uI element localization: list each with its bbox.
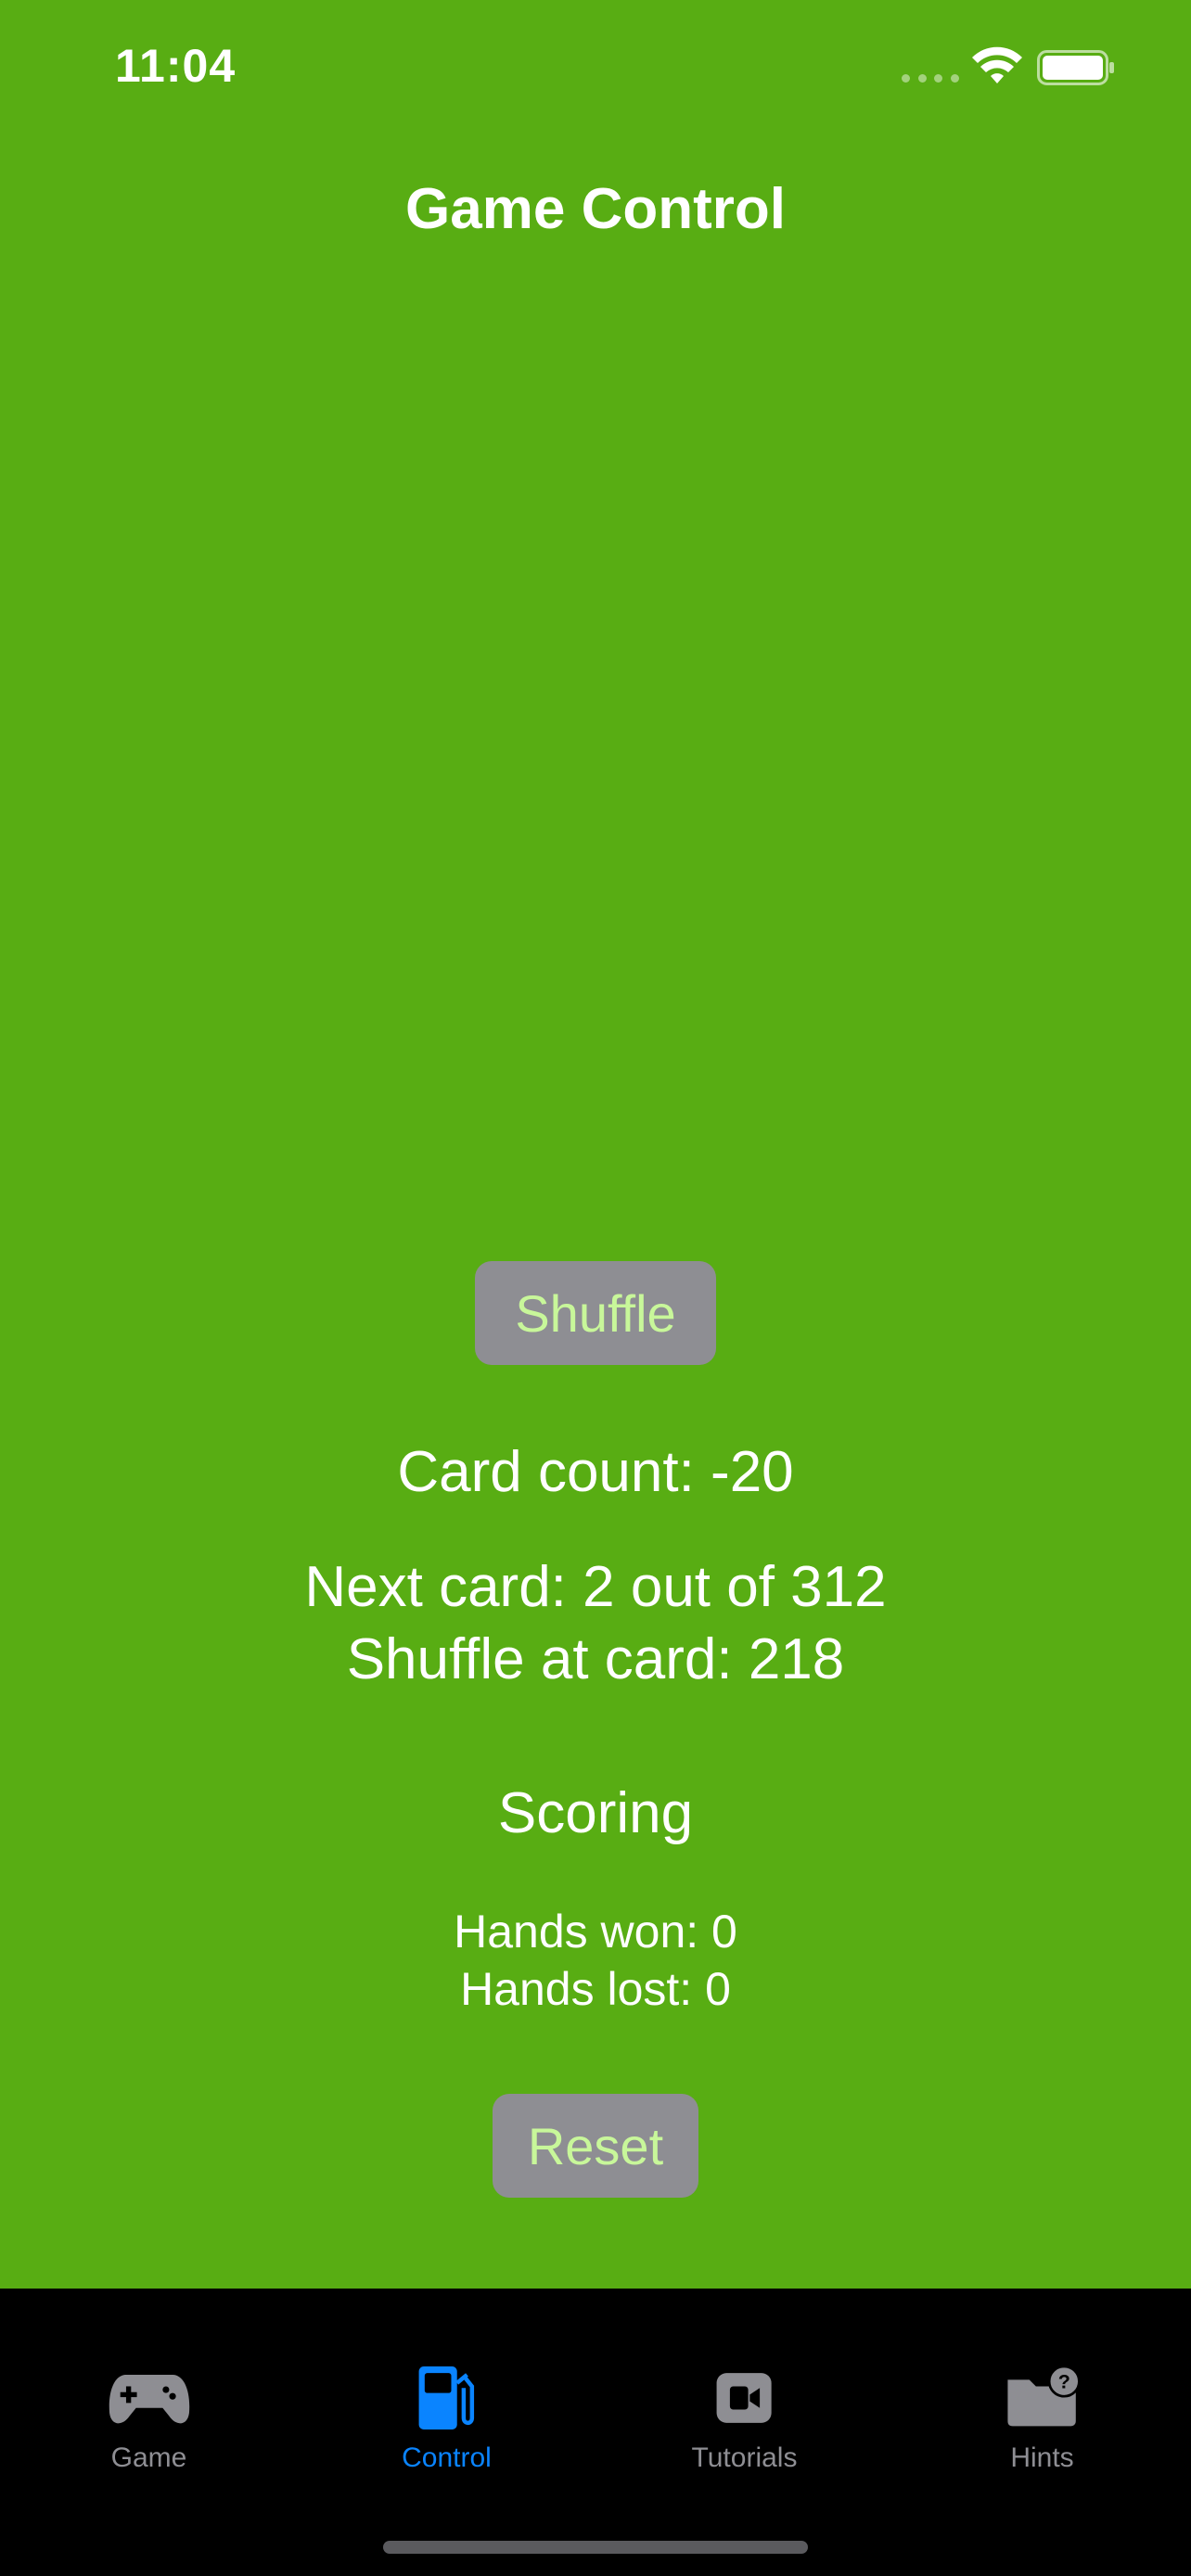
status-time: 11:04 (115, 40, 237, 92)
tab-control-label: Control (402, 2442, 492, 2473)
tab-bar: Game Control Tutorials ? Hints (0, 2289, 1191, 2576)
folder-question-icon: ? (1006, 2366, 1081, 2427)
wifi-icon (972, 46, 1022, 83)
scoring-heading: Scoring (497, 1781, 694, 1845)
shuffle-at-label: Shuffle at card: 218 (346, 1627, 845, 1691)
fuel-pump-icon (418, 2366, 474, 2429)
tab-tutorials-label: Tutorials (691, 2442, 798, 2473)
cellular-signal-icon (902, 74, 959, 83)
gamecontroller-icon (109, 2374, 189, 2424)
video-camera-icon (716, 2373, 772, 2423)
tab-game-label: Game (110, 2442, 187, 2473)
battery-icon (1037, 50, 1114, 85)
tab-tutorials[interactable]: Tutorials (596, 2289, 893, 2474)
next-card-label: Next card: 2 out of 312 (304, 1555, 887, 1619)
tab-game[interactable]: Game (0, 2289, 298, 2474)
shuffle-button[interactable]: Shuffle (475, 1261, 716, 1365)
reset-button[interactable]: Reset (493, 2094, 698, 2198)
page-title: Game Control (405, 177, 786, 241)
hands-lost-label: Hands lost: 0 (460, 1963, 731, 2015)
tab-control[interactable]: Control (298, 2289, 596, 2474)
home-indicator[interactable] (383, 2541, 808, 2554)
hands-won-label: Hands won: 0 (454, 1906, 737, 1958)
svg-text:?: ? (1057, 2370, 1069, 2392)
tab-hints-label: Hints (1010, 2442, 1074, 2473)
status-bar: 11:04 (0, 0, 1191, 139)
tab-hints[interactable]: ? Hints (893, 2289, 1191, 2474)
card-count-label: Card count: -20 (397, 1440, 794, 1504)
